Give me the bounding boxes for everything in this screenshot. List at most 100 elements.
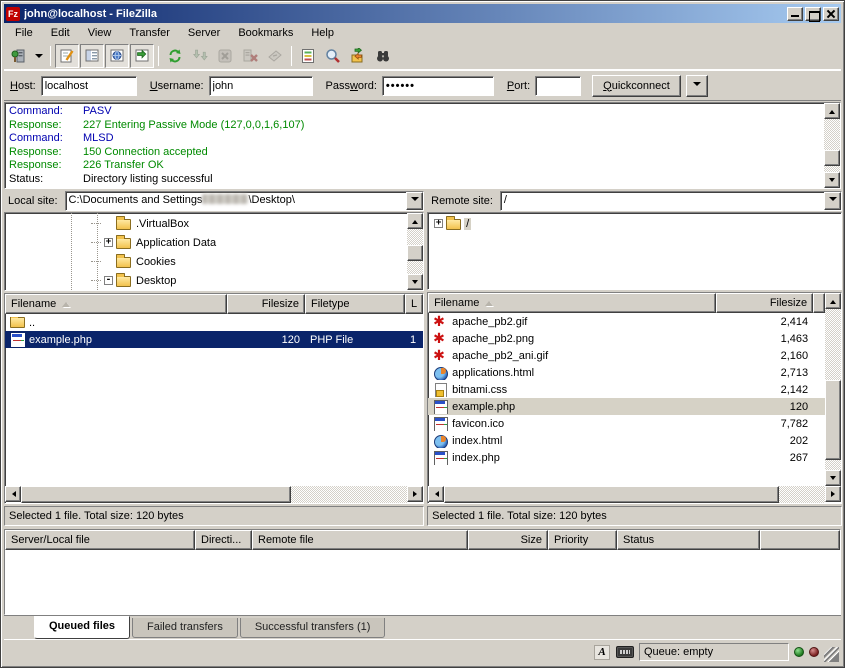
toggle-remote-tree-button[interactable] [105, 44, 129, 68]
column-header-filetype[interactable]: Filetype [305, 294, 405, 314]
tab-queued-files[interactable]: Queued files [34, 616, 130, 639]
scroll-down-button[interactable] [825, 470, 841, 486]
host-input[interactable] [41, 76, 137, 96]
queue-column-size[interactable]: Size [468, 530, 548, 550]
file-row[interactable]: bitnami.css2,142 [428, 381, 825, 398]
log-vertical-scrollbar[interactable] [824, 103, 840, 188]
scrollbar-thumb[interactable] [407, 245, 423, 261]
tab-successful-transfers[interactable]: Successful transfers (1) [240, 618, 386, 638]
reconnect-button[interactable] [263, 44, 287, 68]
menu-edit[interactable]: Edit [42, 25, 79, 41]
local-tree-scrollbar[interactable] [407, 213, 423, 290]
file-row-example-php[interactable]: example.php 120 PHP File 1 [5, 331, 423, 348]
tree-item-root[interactable]: +/ [428, 214, 841, 233]
port-input[interactable] [535, 76, 581, 96]
scroll-up-button[interactable] [824, 103, 840, 119]
menu-help[interactable]: Help [302, 25, 343, 41]
site-manager-dropdown[interactable] [32, 44, 46, 68]
scroll-down-button[interactable] [824, 172, 840, 188]
tab-failed-transfers[interactable]: Failed transfers [132, 618, 238, 638]
scrollbar-track[interactable] [444, 486, 825, 503]
tree-expander[interactable]: + [104, 238, 113, 247]
file-row[interactable]: apache_pb2_ani.gif2,160 [428, 347, 825, 364]
tree-item-application-data[interactable]: +Application Data [5, 233, 407, 252]
toggle-message-log-button[interactable] [55, 44, 79, 68]
username-input[interactable] [209, 76, 313, 96]
file-row[interactable]: apache_pb2.png1,463 [428, 330, 825, 347]
remote-site-combo[interactable]: / [500, 191, 842, 211]
cancel-button[interactable] [213, 44, 237, 68]
minimize-button[interactable] [787, 7, 803, 21]
process-queue-button[interactable] [188, 44, 212, 68]
title-bar[interactable]: john@localhost - FileZilla [4, 4, 841, 23]
disconnect-button[interactable] [238, 44, 262, 68]
password-input[interactable] [382, 76, 494, 96]
image-file-icon [433, 332, 448, 346]
maximize-button[interactable] [805, 7, 821, 21]
quickconnect-dropdown[interactable] [686, 75, 708, 97]
scrollbar-track[interactable] [21, 486, 407, 503]
scrollbar-track[interactable] [824, 119, 840, 172]
toggle-local-tree-button[interactable] [80, 44, 104, 68]
local-site-dropdown[interactable] [406, 192, 423, 210]
queue-column-direction[interactable]: Directi... [195, 530, 252, 550]
scrollbar-thumb[interactable] [21, 486, 291, 503]
scroll-up-button[interactable] [825, 293, 841, 309]
close-button[interactable] [823, 7, 839, 21]
menu-transfer[interactable]: Transfer [120, 25, 179, 41]
scroll-down-button[interactable] [407, 274, 423, 290]
column-header-lastmodified[interactable]: L [405, 294, 423, 314]
tree-expander[interactable]: + [434, 219, 443, 228]
synchronized-browsing-button[interactable] [346, 44, 370, 68]
directory-comparison-button[interactable] [321, 44, 345, 68]
menu-server[interactable]: Server [179, 25, 229, 41]
column-header-filesize[interactable]: Filesize [716, 293, 813, 313]
column-header-filesize[interactable]: Filesize [227, 294, 305, 314]
menu-view[interactable]: View [79, 25, 121, 41]
scrollbar-thumb[interactable] [824, 150, 840, 166]
remote-vertical-scrollbar[interactable] [825, 293, 841, 486]
toggle-queue-button[interactable] [130, 44, 154, 68]
queue-column-status[interactable]: Status [617, 530, 760, 550]
remote-directory-tree: +/ [428, 213, 841, 289]
tree-item-cookies[interactable]: Cookies [5, 252, 407, 271]
scroll-right-button[interactable] [407, 486, 423, 502]
queue-column-priority[interactable]: Priority [548, 530, 617, 550]
scroll-left-button[interactable] [428, 486, 444, 502]
php-file-icon [433, 400, 448, 414]
local-horizontal-scrollbar[interactable] [5, 486, 423, 503]
remote-horizontal-scrollbar[interactable] [428, 486, 841, 503]
site-manager-button[interactable] [7, 44, 31, 68]
menu-file[interactable]: File [6, 25, 42, 41]
tree-item-virtualbox[interactable]: .VirtualBox [5, 214, 407, 233]
scroll-right-button[interactable] [825, 486, 841, 502]
file-row[interactable]: apache_pb2.gif2,414 [428, 313, 825, 330]
scrollbar-track[interactable] [825, 309, 841, 470]
scrollbar-track[interactable] [407, 229, 423, 274]
file-row-example-php[interactable]: example.php120 [428, 398, 825, 415]
tree-item-desktop[interactable]: -Desktop [5, 271, 407, 290]
scrollbar-thumb[interactable] [825, 380, 841, 461]
tree-expander[interactable]: - [104, 276, 113, 285]
scroll-left-button[interactable] [5, 486, 21, 502]
menu-bookmarks[interactable]: Bookmarks [229, 25, 302, 41]
file-row[interactable]: index.html202 [428, 432, 825, 449]
quickconnect-button[interactable]: Quickconnect [592, 75, 681, 97]
queue-column-server-local[interactable]: Server/Local file [5, 530, 195, 550]
filter-button[interactable] [296, 44, 320, 68]
file-row[interactable]: applications.html2,713 [428, 364, 825, 381]
column-header-filename[interactable]: Filename [428, 293, 716, 313]
scrollbar-thumb[interactable] [444, 486, 779, 503]
resize-grip[interactable] [824, 647, 839, 662]
column-header-filler [813, 293, 825, 313]
local-site-combo[interactable]: C:\Documents and Settings\Desktop\ [65, 191, 425, 211]
find-files-button[interactable] [371, 44, 395, 68]
file-row[interactable]: favicon.ico7,782 [428, 415, 825, 432]
file-row[interactable]: index.php267 [428, 449, 825, 466]
scroll-up-button[interactable] [407, 213, 423, 229]
remote-site-dropdown[interactable] [824, 192, 841, 210]
column-header-filename[interactable]: Filename [5, 294, 227, 314]
refresh-button[interactable] [163, 44, 187, 68]
queue-column-remote-file[interactable]: Remote file [252, 530, 468, 550]
file-row-updir[interactable]: .. [5, 314, 423, 331]
